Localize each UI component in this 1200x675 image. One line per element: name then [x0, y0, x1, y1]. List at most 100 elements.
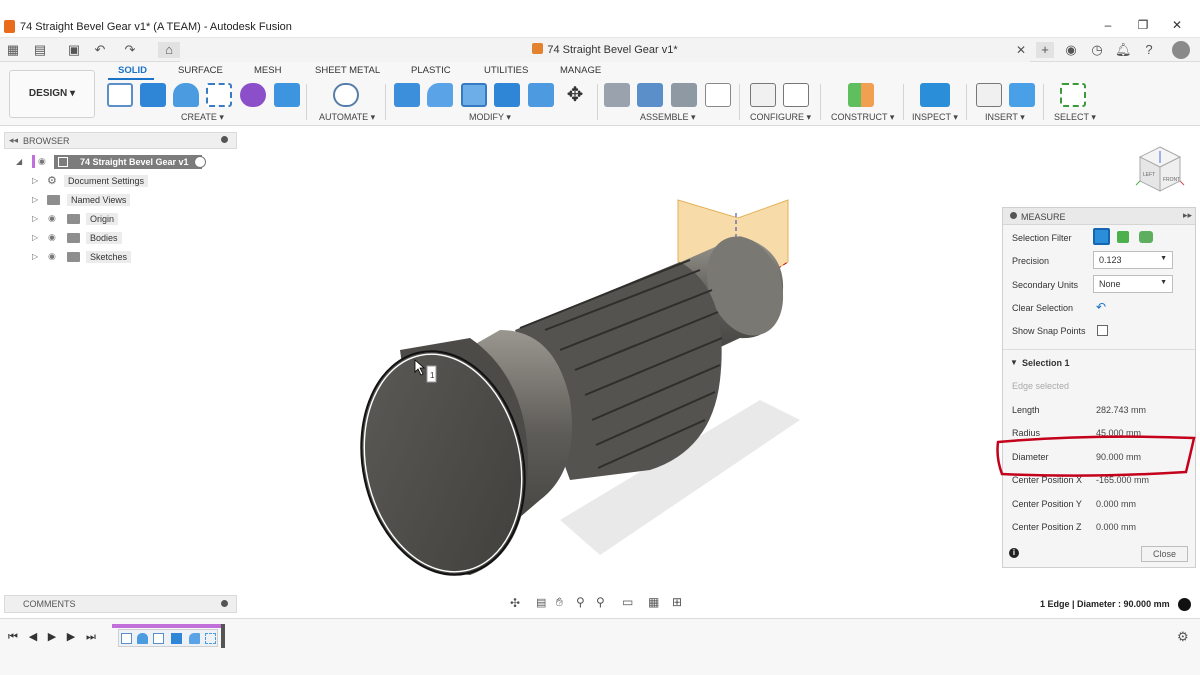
precision-dropdown[interactable]: 0.123 ▼ [1093, 251, 1173, 269]
group-insert[interactable]: INSERT ▾ [985, 112, 1025, 123]
comments-panel-header[interactable]: COMMENTS [4, 595, 237, 613]
job-status-icon[interactable]: ◷ [1089, 42, 1105, 58]
automate-icon[interactable] [333, 83, 359, 107]
group-create[interactable]: CREATE ▾ [181, 112, 224, 123]
bom-icon[interactable] [705, 83, 731, 107]
visibility-eye-icon[interactable]: ◉ [38, 157, 50, 166]
fillet-icon[interactable] [427, 83, 453, 107]
shell-icon[interactable] [461, 83, 487, 107]
timeline-group-bar[interactable] [112, 624, 224, 628]
extensions-icon[interactable]: ◉ [1063, 42, 1079, 58]
workspace-switcher-button[interactable]: DESIGN ▾ [9, 70, 95, 118]
form-icon[interactable] [240, 83, 266, 107]
joint-icon[interactable] [637, 83, 663, 107]
collapse-arrow-icon[interactable]: ◢ [16, 157, 22, 166]
tab-solid[interactable]: SOLID [118, 65, 147, 76]
move-copy-icon[interactable]: ✥ [562, 83, 588, 107]
expand-panel-icon[interactable]: ▸▸ [1183, 210, 1192, 221]
close-window-icon[interactable]: ✕ [1166, 18, 1188, 36]
close-button[interactable]: Close [1141, 546, 1188, 562]
tab-manage[interactable]: MANAGE [560, 65, 601, 76]
sweep-icon[interactable] [206, 83, 232, 107]
secondary-units-dropdown[interactable]: None ▼ [1093, 275, 1173, 293]
select-icon[interactable] [1060, 83, 1086, 107]
timeline-sketch-icon[interactable] [121, 633, 132, 644]
visibility-eye-icon[interactable]: ◉ [48, 233, 60, 242]
tab-utilities[interactable]: UTILITIES [484, 65, 528, 76]
go-to-end-icon[interactable]: ⏭ [85, 631, 97, 643]
browser-root[interactable]: ◢ ◉ 74 Straight Bevel Gear v1 [16, 155, 216, 170]
visibility-eye-icon[interactable]: ◉ [48, 214, 60, 223]
timeline-pattern-icon[interactable] [205, 633, 216, 644]
browser-item-sketches[interactable]: ▷ ◉ Sketches [32, 250, 212, 265]
undo-icon[interactable]: ↶ [92, 42, 108, 58]
expand-arrow-icon[interactable]: ▷ [32, 214, 38, 223]
create-sketch-icon[interactable] [107, 83, 133, 107]
play-icon[interactable]: ▶ [46, 631, 58, 643]
extrude-icon[interactable] [140, 83, 166, 107]
viewcube[interactable]: FRONT LEFT [1134, 143, 1186, 195]
document-tab[interactable]: 74 Straight Bevel Gear v1* ✕ [180, 38, 1030, 62]
browser-item-origin[interactable]: ▷ ◉ Origin [32, 212, 212, 227]
timeline-features[interactable] [118, 629, 218, 647]
filter-component-icon[interactable] [1139, 231, 1153, 243]
align-icon[interactable] [528, 83, 554, 107]
go-to-start-icon[interactable]: ⏮ [7, 631, 19, 643]
minimize-icon[interactable]: – [1097, 18, 1119, 36]
tab-plastic[interactable]: PLASTIC [411, 65, 451, 76]
maximize-icon[interactable]: ❐ [1132, 18, 1154, 36]
new-tab-icon[interactable]: + [1036, 42, 1054, 58]
expand-arrow-icon[interactable]: ▷ [32, 233, 38, 242]
info-icon[interactable]: i [1009, 548, 1019, 558]
timeline-marker[interactable] [221, 624, 225, 648]
tab-sheet-metal[interactable]: SHEET METAL [315, 65, 380, 76]
look-at-icon[interactable]: ▤ [536, 596, 546, 609]
box-icon[interactable] [274, 83, 300, 107]
configure-icon[interactable] [750, 83, 776, 107]
measure-panel-header[interactable]: MEASURE ▸▸ [1003, 208, 1195, 225]
pan-icon[interactable]: ✋︎ [556, 595, 563, 610]
collapse-selection-icon[interactable]: ▼ [1010, 358, 1018, 367]
expand-arrow-icon[interactable]: ▷ [32, 252, 38, 261]
comments-pin-icon[interactable] [221, 600, 228, 607]
viewcube-graphic[interactable]: FRONT LEFT [1134, 143, 1186, 195]
timeline-revolve-icon[interactable] [137, 633, 148, 644]
zoom-icon[interactable]: ⚲ [576, 595, 585, 609]
timeline-extrude-icon[interactable] [171, 633, 182, 644]
close-document-icon[interactable]: ✕ [1016, 43, 1026, 57]
construct-plane-icon[interactable] [848, 83, 874, 107]
browser-panel-header[interactable]: ◂◂ BROWSER [4, 132, 237, 149]
app-grid-icon[interactable]: ▦ [5, 42, 21, 58]
group-select[interactable]: SELECT ▾ [1054, 112, 1096, 123]
browser-item-bodies[interactable]: ▷ ◉ Bodies [32, 231, 212, 246]
file-menu-icon[interactable]: ▤ [32, 42, 48, 58]
help-icon[interactable]: ? [1141, 42, 1157, 58]
fit-icon[interactable]: ⚲ [596, 595, 605, 609]
insert-derive-icon[interactable] [976, 83, 1002, 107]
notifications-icon[interactable]: 🔔︎ [1115, 42, 1132, 58]
redo-icon[interactable]: ↷ [122, 42, 138, 58]
measure-tool-icon[interactable] [920, 83, 950, 107]
filter-face-icon[interactable] [1093, 228, 1110, 245]
tab-mesh[interactable]: MESH [254, 65, 281, 76]
display-settings-icon[interactable]: ▭ [622, 595, 633, 609]
timeline-fillet-icon[interactable] [189, 633, 200, 644]
home-icon[interactable]: ⌂ [158, 42, 180, 58]
grid-icon[interactable]: ▦ [648, 595, 659, 609]
visibility-eye-icon[interactable]: ◉ [48, 252, 60, 261]
configuration-table-icon[interactable] [783, 83, 809, 107]
insert-canvas-icon[interactable] [1009, 83, 1035, 107]
avatar[interactable] [1172, 41, 1190, 59]
browser-item-named-views[interactable]: ▷ Named Views [32, 193, 212, 208]
group-construct[interactable]: CONSTRUCT ▾ [831, 112, 894, 123]
filter-body-icon[interactable] [1117, 231, 1129, 243]
collapse-panel-icon[interactable]: ◂◂ [9, 135, 18, 146]
save-icon[interactable]: ▣ [66, 42, 82, 58]
expand-arrow-icon[interactable]: ▷ [32, 176, 38, 185]
tab-surface[interactable]: SURFACE [178, 65, 223, 76]
group-assemble[interactable]: ASSEMBLE ▾ [640, 112, 696, 123]
step-forward-icon[interactable]: ▶ [65, 631, 77, 643]
new-component-icon[interactable] [604, 83, 630, 107]
orbit-icon[interactable]: ✣ [510, 596, 520, 610]
expand-arrow-icon[interactable]: ▷ [32, 195, 38, 204]
